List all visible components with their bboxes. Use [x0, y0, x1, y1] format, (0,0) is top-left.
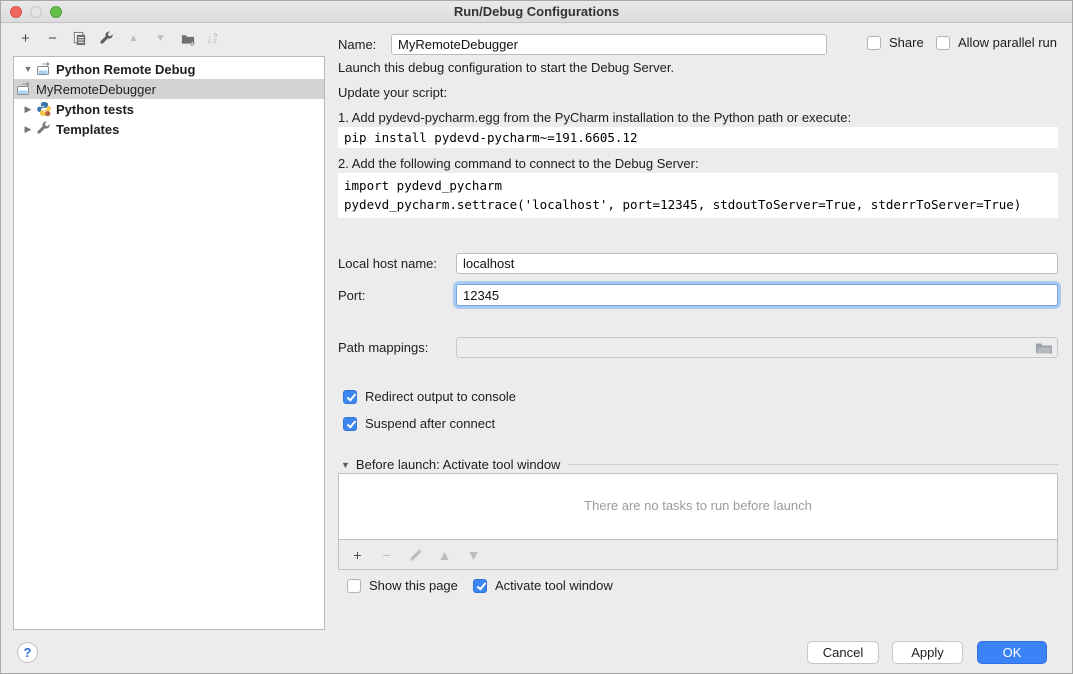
activate-tool-window-option: Activate tool window — [473, 578, 613, 593]
move-task-up-icon: ▲ — [436, 546, 453, 563]
local-host-name-input[interactable] — [456, 253, 1058, 274]
port-input[interactable] — [456, 284, 1058, 306]
window-title: Run/Debug Configurations — [1, 4, 1072, 19]
before-launch-header[interactable]: ▼ Before launch: Activate tool window — [341, 457, 1058, 472]
tree-item-label: MyRemoteDebugger — [36, 82, 156, 97]
show-this-page-label: Show this page — [369, 578, 458, 593]
local-host-name-label: Local host name: — [338, 256, 437, 271]
allow-parallel-run-label: Allow parallel run — [958, 35, 1057, 50]
ok-button[interactable]: OK — [977, 641, 1047, 664]
tree-item-myremotedebugger[interactable]: MyRemoteDebugger — [14, 79, 324, 99]
title-bar: Run/Debug Configurations — [1, 1, 1072, 23]
show-this-page-checkbox[interactable] — [347, 579, 361, 593]
empty-tasks-text: There are no tasks to run before launch — [339, 498, 1057, 513]
move-task-down-icon: ▼ — [465, 546, 482, 563]
update-script-text: Update your script: — [338, 85, 447, 100]
share-label: Share — [889, 35, 924, 50]
path-mappings-input[interactable] — [456, 337, 1058, 358]
task-list-toolbar: + − ▲ ▼ — [339, 539, 1057, 569]
suspend-after-connect-checkbox[interactable] — [343, 417, 357, 431]
redirect-output-checkbox[interactable] — [343, 390, 357, 404]
suspend-after-connect-option: Suspend after connect — [343, 416, 495, 431]
pip-install-code: pip install pydevd-pycharm~=191.6605.12 — [338, 127, 1058, 148]
suspend-after-connect-label: Suspend after connect — [365, 416, 495, 431]
python-tests-icon — [36, 101, 52, 117]
allow-parallel-run-checkbox[interactable] — [936, 36, 950, 50]
redirect-output-option: Redirect output to console — [343, 389, 516, 404]
remote-debug-icon — [36, 61, 52, 77]
name-label: Name: — [338, 37, 376, 52]
copy-icon — [72, 31, 87, 46]
move-down-icon: ▼ — [152, 30, 169, 47]
tree-item-label: Templates — [56, 122, 119, 137]
move-up-icon: ▲ — [125, 30, 142, 47]
remove-task-icon: − — [378, 546, 395, 563]
configurations-toolbar: + − ▲ ▼ — [17, 30, 217, 47]
expander-collapsed-icon[interactable]: ▶ — [22, 124, 34, 135]
intro-text: Launch this debug configuration to start… — [338, 60, 674, 75]
settrace-code-line2: pydevd_pycharm.settrace('localhost', por… — [344, 195, 1052, 214]
section-divider — [568, 464, 1058, 465]
create-folder-icon[interactable] — [179, 30, 196, 47]
run-debug-configurations-dialog: Run/Debug Configurations + − ▲ — [0, 0, 1073, 674]
step1-text: 1. Add pydevd-pycharm.egg from the PyCha… — [338, 110, 851, 125]
edit-task-icon — [407, 546, 424, 563]
dialog-body: + − ▲ ▼ — [1, 23, 1072, 673]
name-input[interactable] — [391, 34, 827, 55]
tree-item-python-tests[interactable]: ▶ Python tests — [14, 99, 324, 119]
copy-configuration-icon[interactable] — [71, 30, 88, 47]
remote-debug-icon — [16, 81, 32, 97]
edit-defaults-icon[interactable] — [98, 30, 115, 47]
activate-tool-window-checkbox[interactable] — [473, 579, 487, 593]
new-folder-icon — [180, 31, 196, 46]
settrace-code-line1: import pydevd_pycharm — [344, 176, 1052, 195]
remove-configuration-icon[interactable]: − — [44, 30, 61, 47]
share-checkbox[interactable] — [867, 36, 881, 50]
share-option: Share — [867, 35, 924, 50]
path-mappings-label: Path mappings: — [338, 340, 428, 355]
port-label: Port: — [338, 288, 365, 303]
wrench-icon — [99, 31, 114, 46]
before-launch-task-list: There are no tasks to run before launch … — [338, 473, 1058, 570]
expander-collapsed-icon[interactable]: ▶ — [22, 104, 34, 115]
cancel-button[interactable]: Cancel — [807, 641, 879, 664]
collapse-section-icon[interactable]: ▼ — [341, 460, 350, 470]
show-this-page-option: Show this page — [347, 578, 458, 593]
browse-folder-icon[interactable] — [1035, 341, 1053, 358]
add-configuration-icon[interactable]: + — [17, 30, 34, 47]
tree-item-python-remote-debug[interactable]: ▼ Python Remote Debug — [14, 59, 324, 79]
tree-item-label: Python Remote Debug — [56, 62, 195, 77]
tree-item-templates[interactable]: ▶ Templates — [14, 119, 324, 139]
templates-wrench-icon — [36, 121, 52, 137]
activate-tool-window-label: Activate tool window — [495, 578, 613, 593]
before-launch-title: Before launch: Activate tool window — [356, 457, 561, 472]
step2-text: 2. Add the following command to connect … — [338, 156, 699, 171]
add-task-icon[interactable]: + — [349, 546, 366, 563]
configurations-tree: ▼ Python Remote Debug — [13, 56, 325, 630]
allow-parallel-run-option: Allow parallel run — [936, 35, 1057, 50]
redirect-output-label: Redirect output to console — [365, 389, 516, 404]
settrace-code-block: import pydevd_pycharm pydevd_pycharm.set… — [338, 173, 1058, 218]
sort-configurations-icon: ↓ az — [206, 31, 217, 46]
help-button[interactable]: ? — [17, 642, 38, 663]
tree-item-label: Python tests — [56, 102, 134, 117]
apply-button[interactable]: Apply — [892, 641, 963, 664]
expander-expanded-icon[interactable]: ▼ — [22, 64, 34, 74]
